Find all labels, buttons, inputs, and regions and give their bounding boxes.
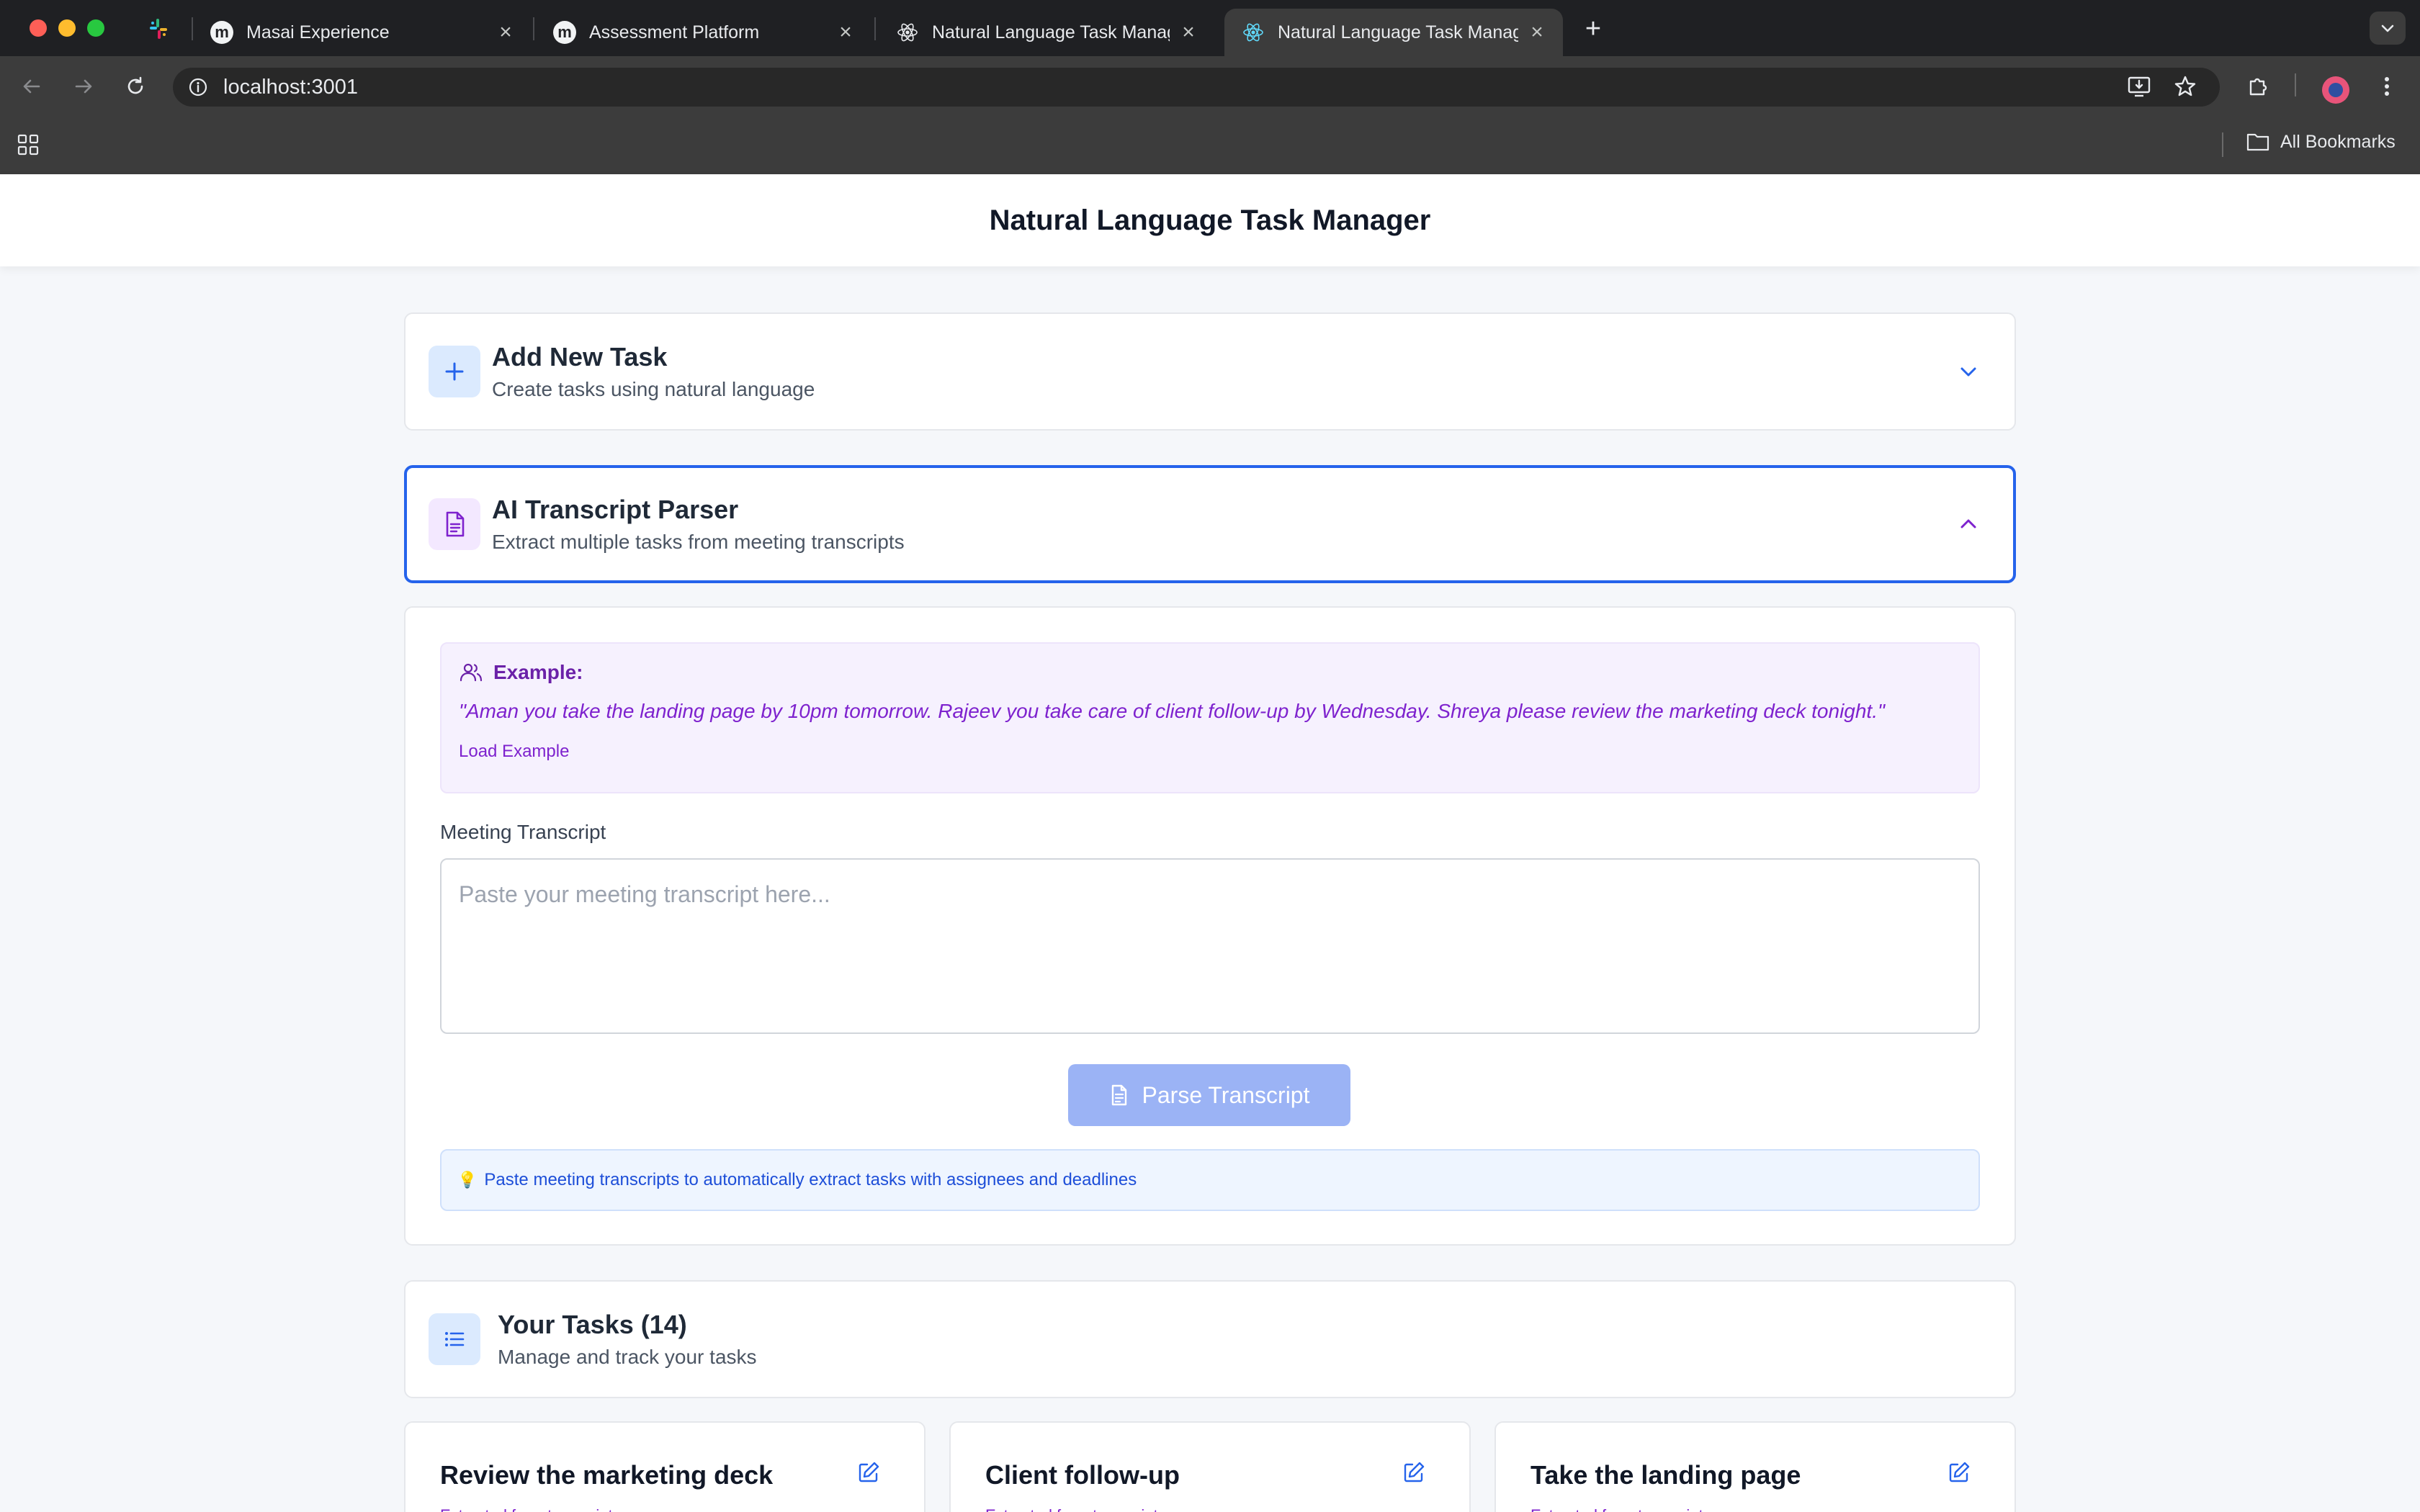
arrow-right-icon xyxy=(75,79,92,94)
transcript-parser-section-header[interactable]: AI Transcript Parser Extract multiple ta… xyxy=(404,465,2016,583)
install-icon xyxy=(2128,76,2151,97)
close-icon[interactable]: × xyxy=(1178,22,1198,43)
extensions-button[interactable] xyxy=(2244,72,2273,101)
transcript-parser-panel: Example: "Aman you take the landing page… xyxy=(404,606,2016,1246)
back-button[interactable] xyxy=(16,71,48,102)
all-bookmarks-button[interactable]: All Bookmarks xyxy=(2246,131,2396,153)
task-title: Take the landing page xyxy=(1531,1460,1801,1490)
task-card[interactable]: Take the landing page Extracted from tra… xyxy=(1494,1421,2016,1512)
profile-avatar[interactable] xyxy=(2322,76,2349,104)
plus-icon xyxy=(429,346,480,397)
tasks-title: Your Tasks (14) xyxy=(498,1310,687,1339)
edit-icon[interactable] xyxy=(856,1460,881,1485)
masai-icon: m xyxy=(553,21,576,44)
task-title: Review the marketing deck xyxy=(440,1460,774,1490)
tab-assessment-platform[interactable]: m Assessment Platform × xyxy=(536,9,871,56)
close-icon[interactable]: × xyxy=(496,22,516,43)
task-source: Extracted from transcript xyxy=(1531,1506,1981,1512)
all-bookmarks-label: All Bookmarks xyxy=(2280,131,2396,152)
parser-title: AI Transcript Parser xyxy=(492,495,739,524)
bookmark-star-button[interactable] xyxy=(2171,72,2200,101)
example-label: Example: xyxy=(493,661,583,683)
masai-icon: m xyxy=(210,21,233,44)
chevron-up-icon[interactable] xyxy=(1957,513,1980,536)
task-card[interactable]: Review the marketing deck Extracted from… xyxy=(404,1421,926,1512)
chevron-down-icon[interactable] xyxy=(1957,360,1980,383)
url-text: localhost:3001 xyxy=(223,75,359,99)
reload-button[interactable] xyxy=(120,71,151,102)
new-tab-button[interactable]: + xyxy=(1579,14,1608,43)
example-text: "Aman you take the landing page by 10pm … xyxy=(459,700,1885,722)
reload-icon xyxy=(127,76,143,94)
folder-icon xyxy=(2246,133,2269,151)
lightbulb-icon: 💡 xyxy=(457,1171,478,1189)
tip-text: Paste meeting transcripts to automatical… xyxy=(484,1170,1137,1189)
task-title: Client follow-up xyxy=(985,1460,1180,1490)
transcript-label: Meeting Transcript xyxy=(440,821,606,843)
tasks-section-header: Your Tasks (14) Manage and track your ta… xyxy=(404,1280,2016,1398)
tasks-subtitle: Manage and track your tasks xyxy=(498,1346,757,1368)
arrow-left-icon xyxy=(23,79,40,94)
chrome-menu-button[interactable] xyxy=(2372,72,2401,101)
close-icon[interactable]: × xyxy=(835,22,856,43)
window-close-button[interactable] xyxy=(30,19,47,37)
list-icon xyxy=(429,1313,480,1365)
puzzle-icon xyxy=(2249,78,2267,96)
react-icon xyxy=(897,23,918,42)
tab-title: Natural Language Task Manag xyxy=(932,22,1170,42)
bookmarks-separator xyxy=(2222,132,2223,157)
tab-title: Masai Experience xyxy=(246,22,390,42)
forward-button[interactable] xyxy=(68,71,99,102)
tab-task-manager-1[interactable]: Natural Language Task Manag × xyxy=(879,9,1214,56)
toolbar-separator xyxy=(2295,73,2296,96)
more-vert-icon xyxy=(2385,77,2389,96)
tab-task-manager-active[interactable]: Natural Language Task Manag × xyxy=(1224,9,1563,56)
browser-tab-bar: m Masai Experience × m Assessment Platfo… xyxy=(0,0,2420,56)
edit-icon[interactable] xyxy=(1947,1460,1971,1485)
task-source: Extracted from transcript xyxy=(440,1506,891,1512)
react-icon xyxy=(1243,23,1263,42)
info-tip: 💡 Paste meeting transcripts to automatic… xyxy=(440,1149,1980,1211)
parse-button-label: Parse Transcript xyxy=(1142,1081,1310,1108)
load-example-link[interactable]: Load Example xyxy=(459,742,569,762)
apps-grid-icon[interactable] xyxy=(16,132,40,157)
page-title: Natural Language Task Manager xyxy=(989,204,1431,236)
document-icon xyxy=(1111,1084,1126,1106)
tab-title: Natural Language Task Manag xyxy=(1278,22,1518,42)
example-header: Example: xyxy=(459,661,1961,684)
parser-subtitle: Extract multiple tasks from meeting tran… xyxy=(492,531,905,553)
chevron-down-icon xyxy=(2381,24,2394,32)
close-icon[interactable]: × xyxy=(1527,22,1547,43)
app-header: Natural Language Task Manager xyxy=(0,174,2420,266)
example-box: Example: "Aman you take the landing page… xyxy=(440,642,1980,793)
window-maximize-button[interactable] xyxy=(87,19,104,37)
address-bar[interactable]: localhost:3001 xyxy=(173,68,2220,107)
window-minimize-button[interactable] xyxy=(58,19,76,37)
star-icon xyxy=(2174,76,2196,96)
tab-separator xyxy=(874,17,876,40)
tab-masai-experience[interactable]: m Masai Experience × xyxy=(193,9,532,56)
transcript-textarea[interactable] xyxy=(440,858,1980,1034)
task-card[interactable]: Client follow-up Extracted from transcri… xyxy=(949,1421,1471,1512)
slack-icon[interactable] xyxy=(147,17,170,40)
tab-title: Assessment Platform xyxy=(589,22,760,42)
parse-transcript-button[interactable]: Parse Transcript xyxy=(1068,1064,1350,1126)
info-icon[interactable] xyxy=(187,76,209,98)
add-task-section-header[interactable]: Add New Task Create tasks using natural … xyxy=(404,312,2016,431)
tab-separator xyxy=(533,17,534,40)
edit-icon[interactable] xyxy=(1402,1460,1426,1485)
add-task-title: Add New Task xyxy=(492,342,668,372)
document-icon xyxy=(429,498,480,550)
browser-toolbar: localhost:3001 xyxy=(0,56,2420,117)
task-source: Extracted from transcript xyxy=(985,1506,1436,1512)
bookmarks-bar: All Bookmarks xyxy=(0,117,2420,174)
users-icon xyxy=(460,663,483,682)
install-app-button[interactable] xyxy=(2125,72,2154,101)
add-task-subtitle: Create tasks using natural language xyxy=(492,378,815,400)
tab-search-button[interactable] xyxy=(2370,12,2406,45)
